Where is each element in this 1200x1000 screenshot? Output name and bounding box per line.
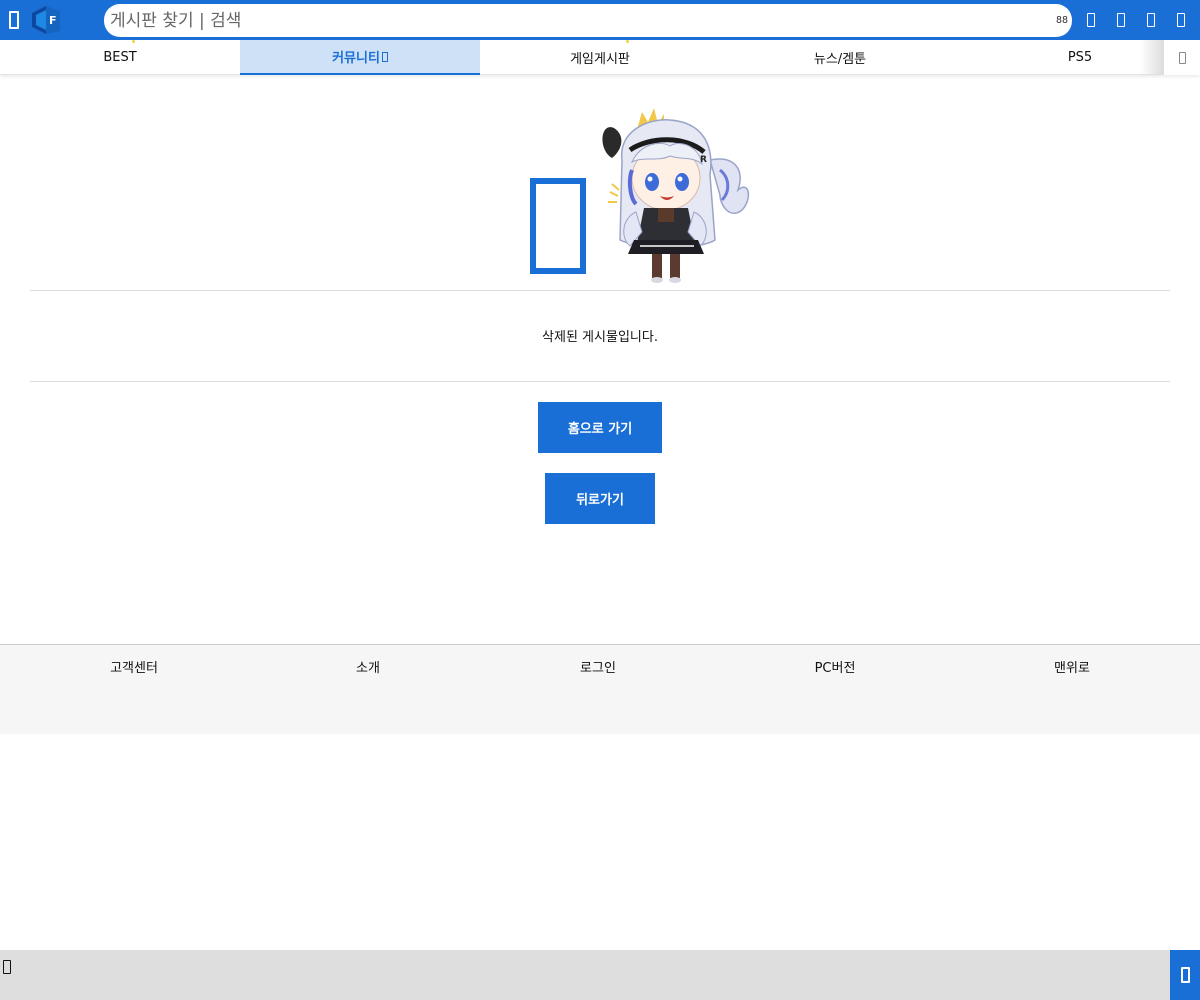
bottom-right-button[interactable] (1170, 950, 1200, 1000)
bookmark-button[interactable] (1136, 0, 1166, 40)
tab-game-board[interactable]: 게임게시판 (480, 40, 720, 75)
footer-link-top[interactable]: 맨위로 (972, 657, 1172, 676)
bookmark-icon (1147, 13, 1155, 27)
header-actions (1076, 0, 1200, 40)
tab-best[interactable]: BEST (0, 40, 240, 75)
back-button[interactable]: 뒤로가기 (545, 473, 655, 524)
scan-icon[interactable]: 88 (1056, 15, 1068, 27)
user-icon (1177, 13, 1185, 27)
tab-community[interactable]: 커뮤니티 (240, 40, 480, 75)
deleted-illustration: R (530, 100, 760, 290)
footer-link-pc-version[interactable]: PC버전 (735, 657, 935, 676)
deleted-message: 삭제된 게시물입니다. (542, 330, 658, 345)
footer-link-about[interactable]: 소개 (268, 657, 468, 676)
footer-link-login[interactable]: 로그인 (498, 657, 698, 676)
notification-button[interactable] (1076, 0, 1106, 40)
logo-icon[interactable]: F (30, 3, 62, 37)
menu-button[interactable] (0, 0, 28, 40)
write-icon (1180, 967, 1190, 983)
external-icon (381, 51, 388, 62)
home-button[interactable]: 홈으로 가기 (538, 402, 662, 453)
new-dot (626, 40, 629, 43)
tab-label: 커뮤니티 (332, 51, 380, 66)
user-button[interactable] (1166, 0, 1196, 40)
menu-icon (9, 11, 19, 29)
nav-fade (1140, 40, 1164, 75)
new-dot (132, 40, 135, 43)
nav-more-button[interactable] (1164, 40, 1200, 75)
chat-icon (1117, 13, 1125, 27)
tab-news-webtoon[interactable]: 뉴스/겜툰 (720, 40, 960, 75)
bottom-bar (0, 950, 1200, 1000)
tab-label: 게임게시판 (570, 52, 630, 67)
search-bar: 88 (104, 4, 1072, 37)
notification-icon (1087, 13, 1095, 27)
divider (30, 290, 1170, 291)
footer: 고객센터 소개 로그인 PC버전 맨위로 (0, 644, 1200, 734)
svg-text:F: F (49, 14, 57, 27)
more-icon (1178, 51, 1186, 64)
footer-link-support[interactable]: 고객센터 (34, 657, 234, 676)
top-bar: F 88 (0, 0, 1200, 40)
tab-label: BEST (103, 50, 137, 65)
tab-label: PS5 (1067, 50, 1093, 65)
tab-label: 뉴스/겜툰 (813, 52, 867, 67)
back-icon (3, 960, 11, 974)
mascot-image: R (602, 108, 750, 283)
divider (30, 381, 1170, 382)
bottom-left-button[interactable] (0, 956, 14, 978)
chat-button[interactable] (1106, 0, 1136, 40)
svg-text:R: R (700, 155, 707, 165)
search-input[interactable] (108, 4, 1048, 37)
nav-tabs: BEST 커뮤니티 게임게시판 뉴스/겜툰 PS5 (0, 40, 1200, 75)
